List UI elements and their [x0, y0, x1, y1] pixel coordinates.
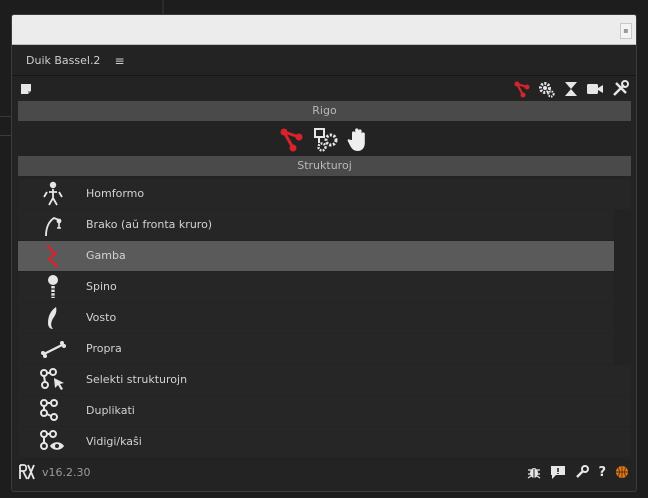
- rainbox-logo-icon[interactable]: [18, 464, 36, 480]
- list-item-vosto[interactable]: Vosto: [18, 303, 614, 333]
- section-strukturoj: Strukturoj: [18, 156, 631, 176]
- top-toolbar: [18, 79, 631, 99]
- show-hide-icon: [40, 430, 64, 450]
- list-item-vidigi[interactable]: Vidigi/kaŝi: [18, 427, 631, 457]
- structure-list: Homformo Brako (aŭ fronta kruro) Gamba S…: [18, 179, 631, 458]
- list-item-duplikati[interactable]: Duplikati: [18, 396, 631, 426]
- list-item-propra[interactable]: Propra: [18, 334, 614, 364]
- tools-icon[interactable]: [611, 80, 629, 98]
- duplicate-icon: [40, 399, 58, 421]
- list-item-selekti[interactable]: Selekti strukturojn: [18, 365, 631, 395]
- background-divider: [162, 0, 164, 14]
- list-item-label: Homformo: [86, 187, 145, 200]
- links-icon[interactable]: [313, 127, 339, 153]
- panel-menu-button[interactable]: ≡: [114, 54, 124, 68]
- list-item-label: Propra: [86, 342, 122, 355]
- automation-gears-icon[interactable]: [538, 80, 556, 98]
- duik-window: ▪ Duik Bassel.2 ≡ Rigo Strukturoj Homfor…: [11, 14, 637, 492]
- section-rigo: Rigo: [18, 101, 631, 121]
- skeleton-icon: [43, 181, 63, 206]
- list-item-gamba[interactable]: Gamba: [18, 241, 614, 271]
- list-item-label: Selekti strukturojn: [86, 373, 188, 386]
- list-item-label: Spino: [86, 280, 117, 293]
- version-label: v16.2.30: [42, 465, 91, 479]
- arm-icon: [45, 216, 62, 237]
- list-item-label: Duplikati: [86, 404, 135, 417]
- leg-icon: [46, 244, 59, 268]
- background-panel-edge: [0, 98, 11, 158]
- list-item-brako[interactable]: Brako (aŭ fronta kruro): [18, 210, 614, 240]
- spine-icon: [48, 275, 58, 298]
- feedback-icon[interactable]: [550, 464, 566, 480]
- constraint-hourglass-icon[interactable]: [563, 80, 579, 98]
- panel-header: Duik Bassel.2 ≡: [12, 46, 636, 76]
- list-item-spino[interactable]: Spino: [18, 272, 614, 302]
- settings-wrench-icon[interactable]: [575, 465, 590, 479]
- panel-title: Duik Bassel.2: [26, 54, 101, 67]
- list-item-label: Brako (aŭ fronta kruro): [86, 218, 213, 231]
- help-icon[interactable]: ?: [598, 465, 606, 480]
- bones-icon[interactable]: [279, 127, 305, 153]
- rigging-icon[interactable]: [513, 80, 531, 98]
- rigging-mode-row: [18, 125, 631, 155]
- footer-bar: v16.2.30 ?: [18, 460, 631, 484]
- select-structures-icon: [40, 368, 64, 390]
- tail-icon: [48, 307, 57, 329]
- list-item-label: Gamba: [86, 249, 126, 262]
- window-close-button[interactable]: ▪: [620, 23, 632, 39]
- note-icon[interactable]: [20, 83, 32, 95]
- list-item-label: Vosto: [86, 311, 117, 324]
- bone-icon: [41, 341, 66, 358]
- hand-icon[interactable]: [347, 127, 371, 153]
- camera-icon[interactable]: [586, 82, 604, 96]
- basketball-icon[interactable]: [615, 465, 629, 479]
- list-item-homformo[interactable]: Homformo: [18, 179, 631, 209]
- window-titlebar[interactable]: ▪: [12, 15, 636, 45]
- list-item-label: Vidigi/kaŝi: [86, 435, 142, 448]
- bug-icon[interactable]: [527, 465, 541, 479]
